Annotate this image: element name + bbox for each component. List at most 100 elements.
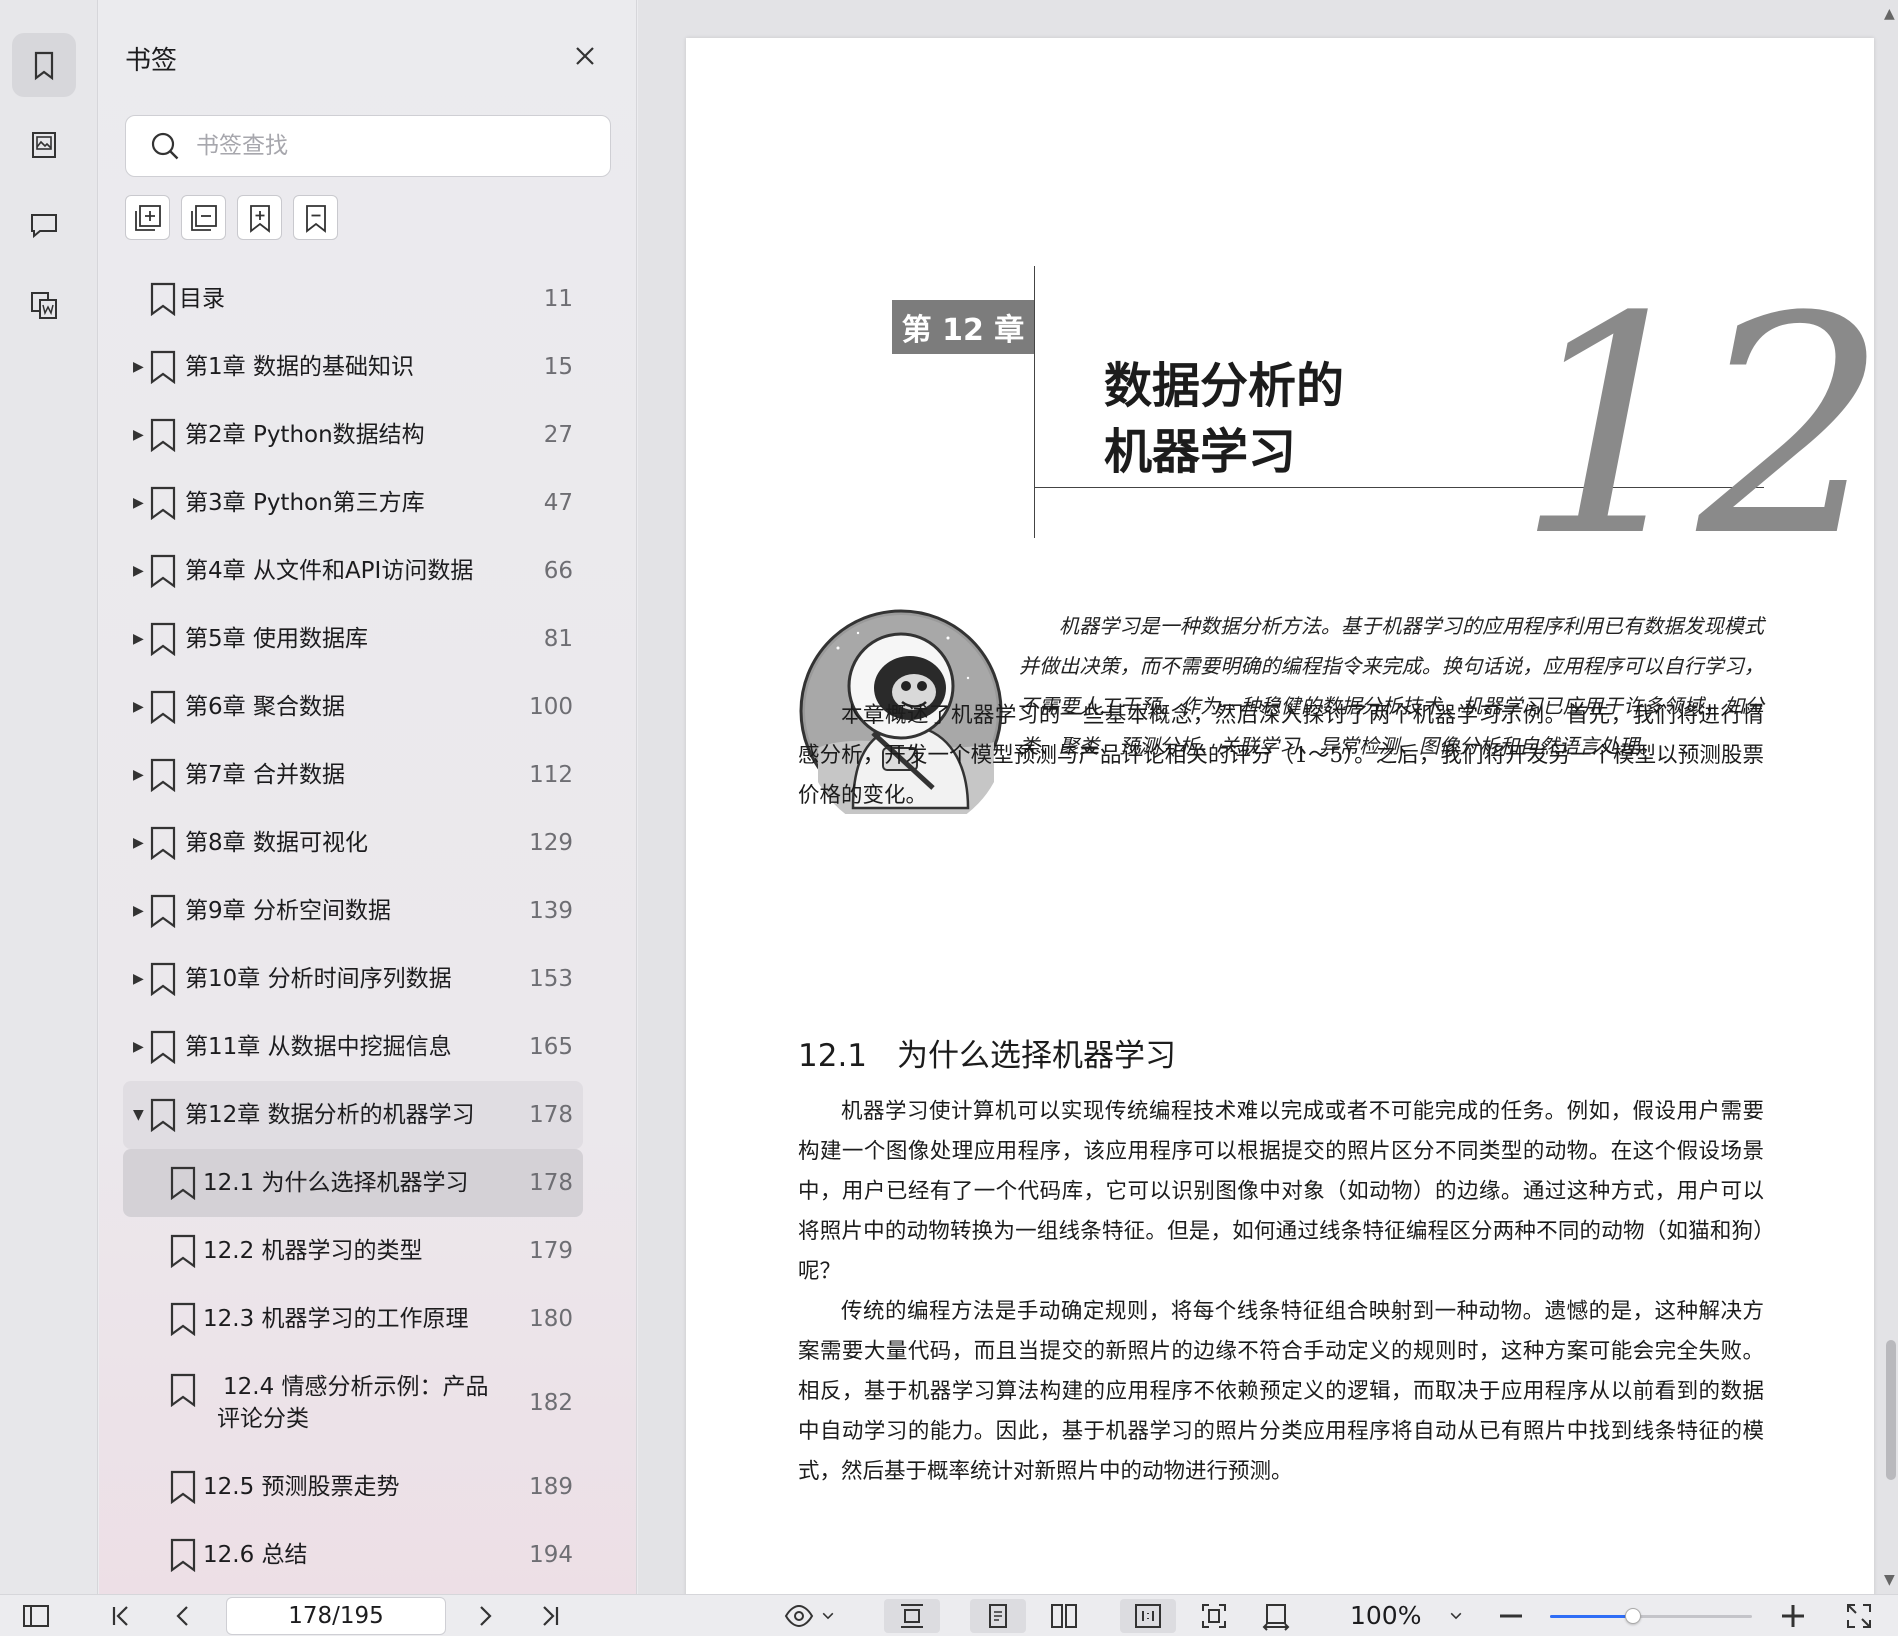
- caret-right-icon[interactable]: ▶: [133, 1039, 144, 1055]
- bookmark-page-number: 189: [529, 1474, 573, 1500]
- bookmark-search-input[interactable]: [196, 133, 596, 159]
- fit-page-button[interactable]: [1196, 1599, 1232, 1633]
- fit-width-button[interactable]: [1258, 1599, 1294, 1633]
- caret-down-icon[interactable]: ▼: [133, 1107, 144, 1123]
- bookmark-subitem[interactable]: 12.2 机器学习的类型 179: [123, 1217, 583, 1285]
- remove-bookmark-button[interactable]: [293, 195, 338, 240]
- bookmark-icon: [169, 1373, 197, 1408]
- bookmark-label: 第12章 数据分析的机器学习: [185, 1102, 475, 1128]
- bookmark-item[interactable]: ▶ 第4章 从文件和API访问数据 66: [123, 537, 583, 605]
- toggle-sidebar-button[interactable]: [18, 1599, 54, 1633]
- scroll-down-arrow[interactable]: ▼: [1884, 1572, 1895, 1588]
- zoom-out-button[interactable]: [1494, 1599, 1528, 1633]
- expand-all-button[interactable]: [125, 195, 170, 240]
- bookmark-item[interactable]: ▶ 第7章 合并数据 112: [123, 741, 583, 809]
- bookmark-subitem[interactable]: 12.5 预测股票走势 189: [123, 1453, 583, 1521]
- bookmark-item[interactable]: 目录 11: [123, 265, 583, 333]
- attachment-tab[interactable]: [12, 273, 76, 337]
- bookmark-page-number: 112: [529, 762, 573, 788]
- bookmark-item[interactable]: ▶ 第6章 聚合数据 100: [123, 673, 583, 741]
- next-page-button[interactable]: [470, 1599, 500, 1633]
- bookmark-page-number: 129: [529, 830, 573, 856]
- bookmark-icon: [169, 1538, 197, 1573]
- zoom-slider-knob[interactable]: [1624, 1608, 1641, 1624]
- caret-right-icon[interactable]: ▶: [133, 495, 144, 511]
- bookmark-label: 第1章 数据的基础知识: [185, 354, 414, 380]
- bookmark-page-number: 153: [529, 966, 573, 992]
- bookmark-icon: [149, 350, 177, 385]
- paragraph-traditional: 传统的编程方法是手动确定规则，将每个线条特征组合映射到一种动物。遗憾的是，这种解…: [798, 1299, 1764, 1484]
- zoom-in-button[interactable]: [1776, 1599, 1810, 1633]
- paragraph-why-ml: 机器学习使计算机可以实现传统编程技术难以完成或者不可能完成的任务。例如，假设用户…: [798, 1099, 1764, 1284]
- bookmark-item[interactable]: ▶ 第3章 Python第三方库 47: [123, 469, 583, 537]
- chevron-left-icon: [176, 1606, 188, 1626]
- fit-width-icon: [1262, 1604, 1290, 1631]
- bookmark-label: 第9章 分析空间数据: [185, 898, 391, 924]
- bookmark-tab[interactable]: [12, 33, 76, 97]
- add-bookmark-icon: [249, 204, 270, 233]
- bookmark-label: 第2章 Python数据结构: [185, 422, 425, 448]
- bookmark-item[interactable]: ▶ 第10章 分析时间序列数据 153: [123, 945, 583, 1013]
- bookmark-label: 第4章 从文件和API访问数据: [185, 558, 474, 584]
- single-page-button[interactable]: [970, 1599, 1026, 1633]
- caret-right-icon[interactable]: ▶: [133, 631, 144, 647]
- chevron-down-icon: [822, 1612, 834, 1620]
- two-page-button[interactable]: [1044, 1599, 1084, 1633]
- page-number-input[interactable]: 178/195: [226, 1597, 446, 1635]
- caret-right-icon[interactable]: ▶: [133, 767, 144, 783]
- add-bookmark-button[interactable]: [237, 195, 282, 240]
- zoom-dropdown[interactable]: [1444, 1599, 1468, 1633]
- eye-icon: [784, 1604, 814, 1628]
- scroll-up-arrow[interactable]: ▲: [1884, 6, 1895, 22]
- first-page-button[interactable]: [106, 1599, 136, 1633]
- zoom-level[interactable]: 100%: [1350, 1599, 1421, 1633]
- bookmark-page-number: 139: [529, 898, 573, 924]
- single-page-icon: [989, 1604, 1007, 1628]
- bookmark-label: 12.2 机器学习的类型: [203, 1238, 423, 1264]
- view-mode-dropdown[interactable]: [780, 1599, 840, 1633]
- collapse-all-button[interactable]: [181, 195, 226, 240]
- bookmark-item[interactable]: ▶ 第1章 数据的基础知识 15: [123, 333, 583, 401]
- bookmark-subitem[interactable]: 12.1 为什么选择机器学习 178: [123, 1149, 583, 1217]
- bookmark-item[interactable]: ▶ 第9章 分析空间数据 139: [123, 877, 583, 945]
- bookmark-item[interactable]: ▼ 第12章 数据分析的机器学习 178: [123, 1081, 583, 1149]
- comment-tab[interactable]: [12, 193, 76, 257]
- bookmark-item[interactable]: ▶ 第5章 使用数据库 81: [123, 605, 583, 673]
- bookmark-item[interactable]: ▶ 第11章 从数据中挖掘信息 165: [123, 1013, 583, 1081]
- caret-right-icon[interactable]: ▶: [133, 971, 144, 987]
- bookmark-page-number: 178: [529, 1102, 573, 1128]
- bookmark-icon: [149, 1098, 177, 1133]
- bookmark-page-number: 194: [529, 1542, 573, 1568]
- caret-right-icon[interactable]: ▶: [133, 359, 144, 375]
- section-number: 12.1: [798, 1038, 868, 1074]
- bookmark-page-number: 180: [529, 1306, 573, 1332]
- caret-right-icon[interactable]: ▶: [133, 699, 144, 715]
- title-divider-vertical: [1034, 266, 1035, 538]
- last-page-button[interactable]: [535, 1599, 565, 1633]
- caret-right-icon[interactable]: ▶: [133, 427, 144, 443]
- thumbnail-tab[interactable]: [12, 113, 76, 177]
- previous-page-button[interactable]: [168, 1599, 198, 1633]
- bookmark-subitem[interactable]: 12.3 机器学习的工作原理 180: [123, 1285, 583, 1353]
- actual-size-button[interactable]: [1120, 1599, 1176, 1633]
- caret-right-icon[interactable]: ▶: [133, 563, 144, 579]
- fullscreen-button[interactable]: [1842, 1599, 1876, 1633]
- continuous-scroll-button[interactable]: [884, 1599, 940, 1633]
- comment-icon: [31, 214, 57, 239]
- document-scrollbar[interactable]: [1886, 1340, 1896, 1480]
- zoom-slider[interactable]: [1550, 1608, 1752, 1624]
- bookmark-item[interactable]: ▶ 第2章 Python数据结构 27: [123, 401, 583, 469]
- caret-right-icon[interactable]: ▶: [133, 903, 144, 919]
- bookmark-subitem[interactable]: 12.6 总结 194: [123, 1521, 583, 1589]
- left-rail: [0, 0, 98, 1594]
- bookmark-page-number: 11: [543, 286, 573, 312]
- thumbnail-icon: [32, 132, 56, 158]
- bookmark-page-number: 100: [529, 694, 573, 720]
- bookmark-subitem[interactable]: 12.4 情感分析示例：产品 评论分类 182: [123, 1353, 583, 1453]
- bookmark-icon: [149, 690, 177, 725]
- bookmark-item[interactable]: ▶ 第8章 数据可视化 129: [123, 809, 583, 877]
- close-panel-button[interactable]: [569, 40, 601, 72]
- bookmark-tools: [125, 195, 338, 240]
- bookmark-label: 12.3 机器学习的工作原理: [203, 1306, 469, 1332]
- caret-right-icon[interactable]: ▶: [133, 835, 144, 851]
